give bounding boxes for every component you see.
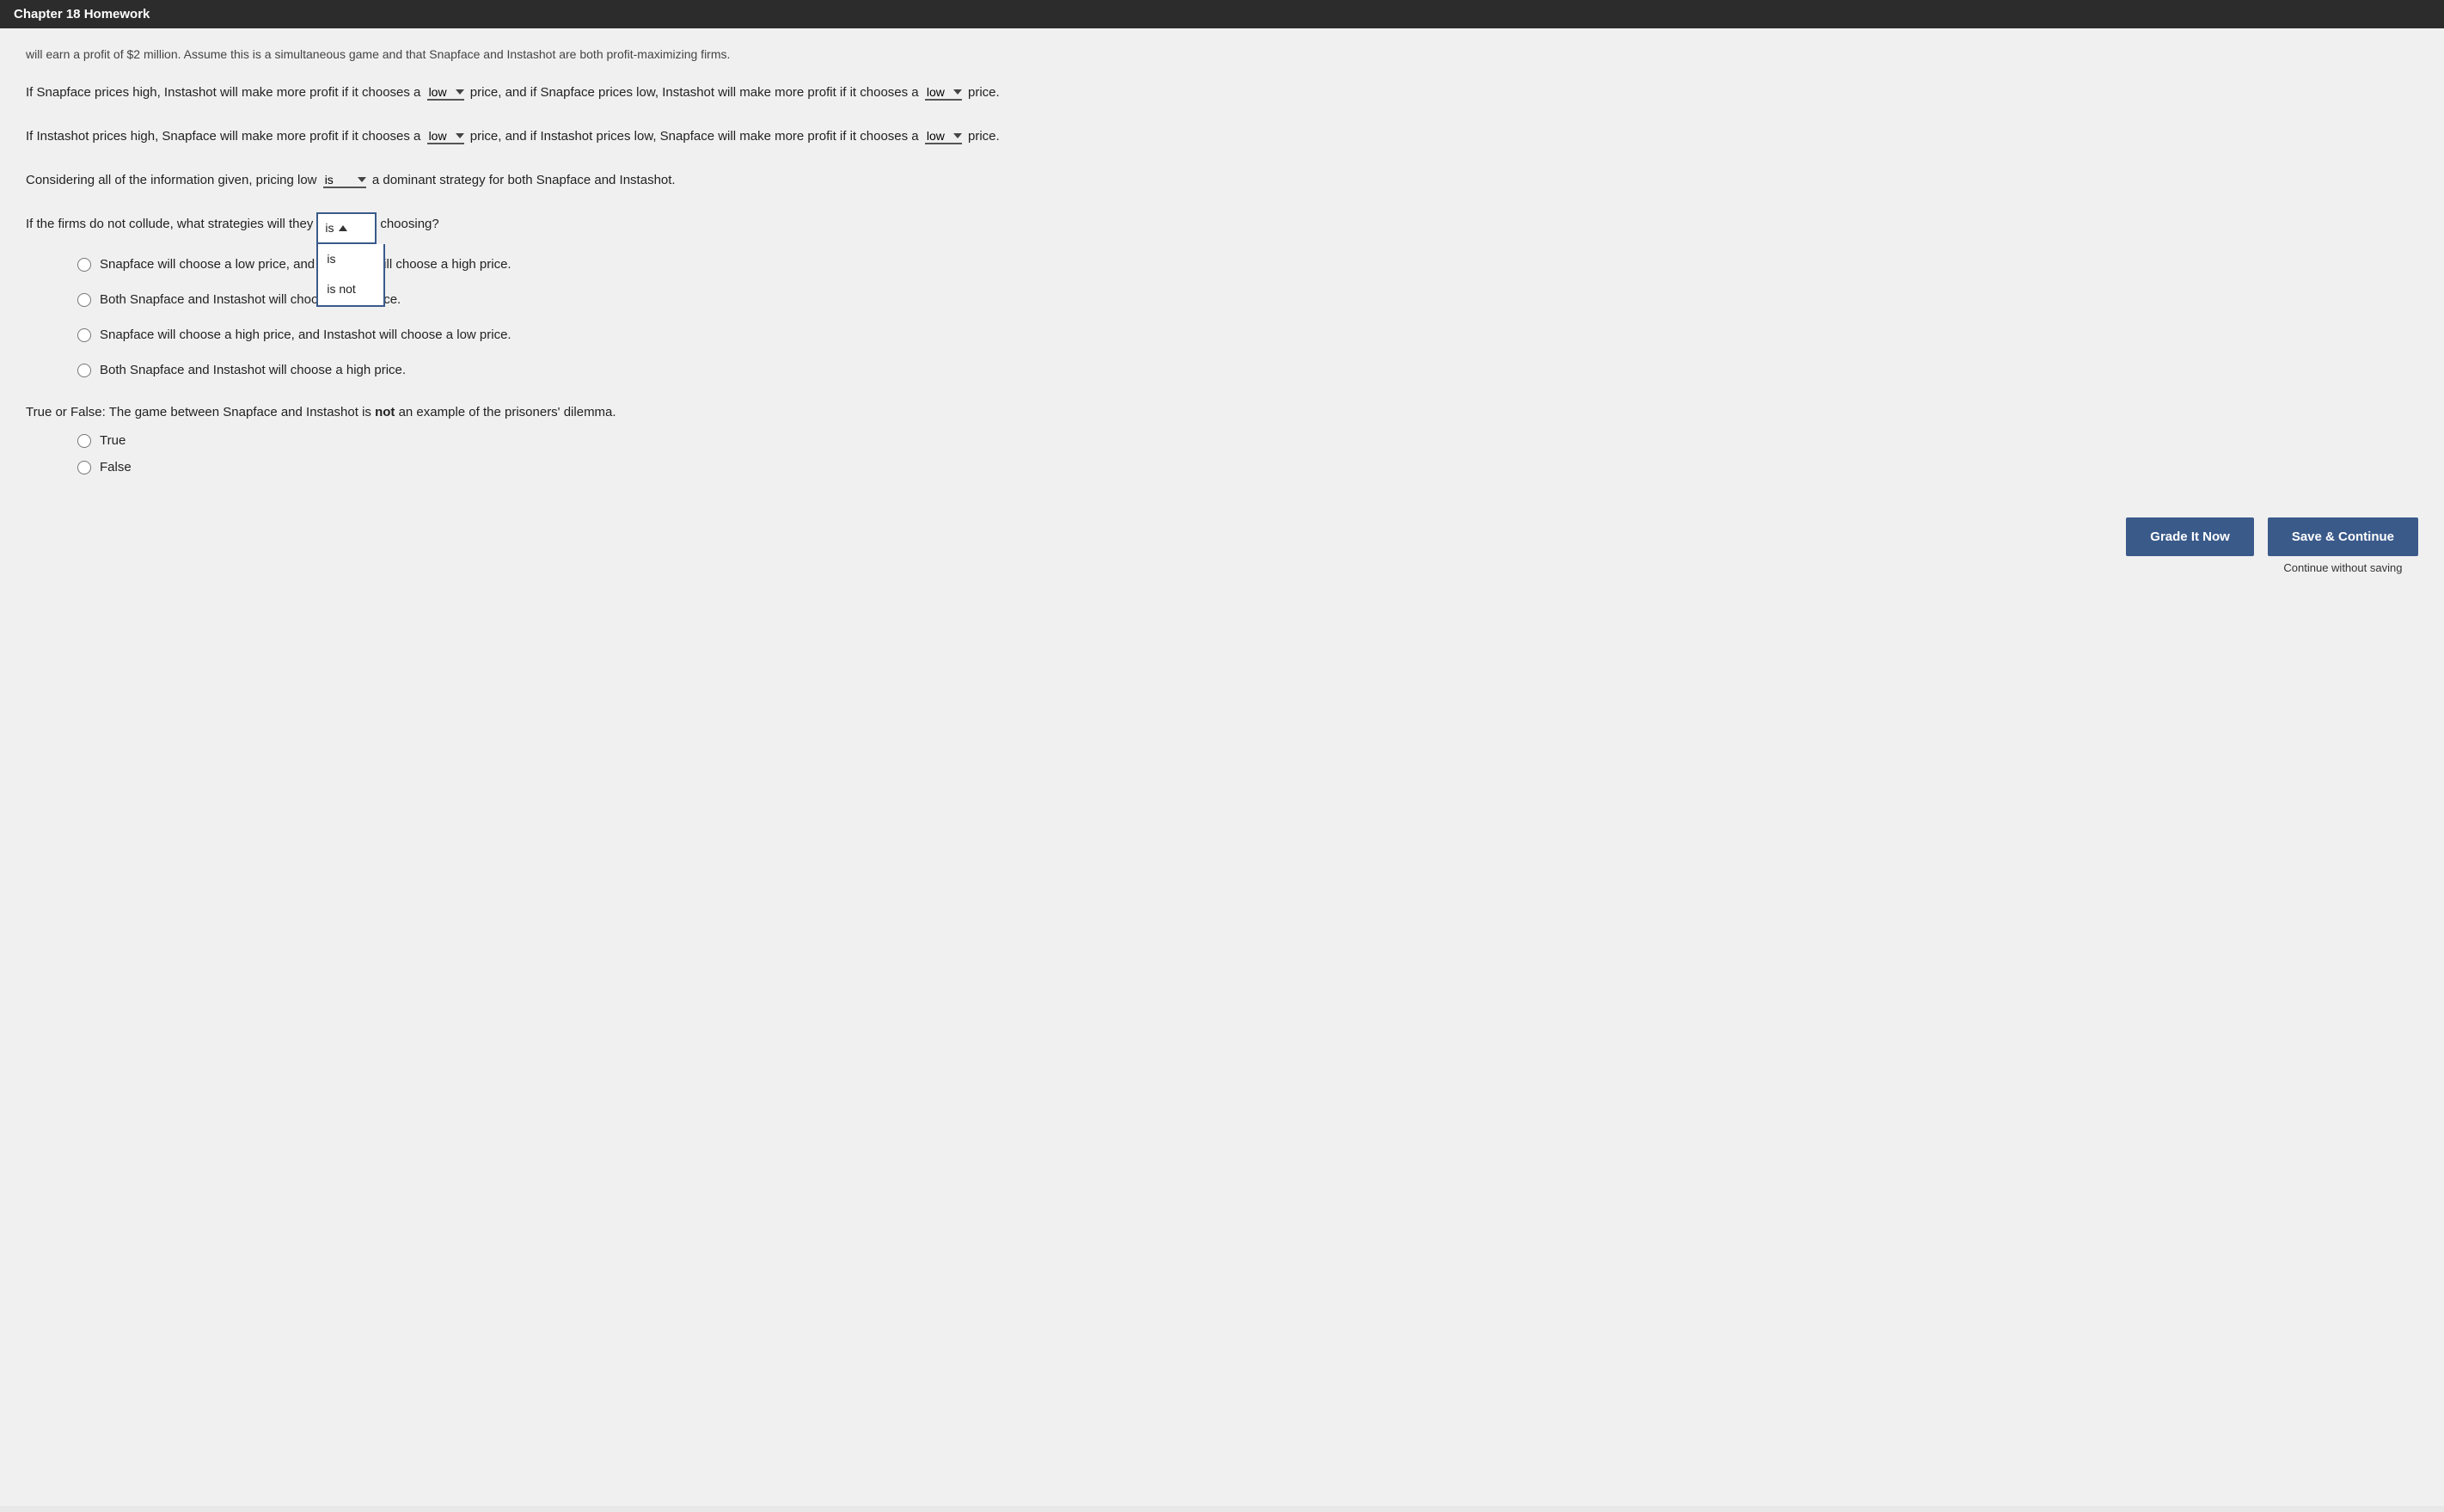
q4-option-4[interactable]: Both Snapface and Instashot will choose … [77,358,2418,382]
q1-dropdown2[interactable]: low high [925,85,962,101]
q5-true-label: True [100,433,126,448]
q2-suffix: price. [968,129,1000,144]
question-2-block: If Instashot prices high, Snapface will … [26,125,2418,148]
q3-dropdown[interactable]: is is not [323,173,366,188]
q5-prefix: True or False: The game between Snapface… [26,405,375,419]
q4-option-1-label: Snapface will choose a low price, and In… [100,253,511,276]
q5-radio-true[interactable] [77,434,91,448]
q1-prefix: If Snapface prices high, Instashot will … [26,85,420,100]
q4-suffix: choosing? [380,212,438,236]
q4-option-3-label: Snapface will choose a high price, and I… [100,323,511,346]
q4-option-1[interactable]: Snapface will choose a low price, and In… [77,253,2418,276]
q4-dropdown-menu: is is not [316,244,385,306]
continue-without-saving-link[interactable]: Continue without saving [2283,561,2402,574]
q5-true-option[interactable]: True [77,433,2418,448]
q3-select[interactable]: is is not [323,173,370,187]
q1-suffix: price. [968,85,1000,100]
q5-question-text: True or False: The game between Snapface… [26,402,2418,423]
q4-selected-value: is [325,217,334,239]
q2-select1[interactable]: low high [427,129,468,143]
save-continue-wrapper: Save & Continue Continue without saving [2268,517,2418,574]
q4-radio-2[interactable] [77,293,91,307]
content-area: will earn a profit of $2 million. Assume… [0,28,2444,1506]
q4-option-is[interactable]: is [318,244,383,274]
page-header: Chapter 18 Homework [0,0,2444,28]
q4-radio-3[interactable] [77,328,91,342]
q3-prefix: Considering all of the information given… [26,173,317,187]
q2-mid: price, and if Instashot prices low, Snap… [470,129,919,144]
q5-false-option[interactable]: False [77,460,2418,474]
q4-radio-options: Snapface will choose a low price, and In… [77,253,2418,382]
q4-option-is-not[interactable]: is not [318,274,383,304]
q2-select2[interactable]: low high [925,129,965,143]
q4-radio-4[interactable] [77,364,91,377]
q2-dropdown2[interactable]: low high [925,129,962,144]
question-5-block: True or False: The game between Snapface… [26,402,2418,474]
q3-suffix: a dominant strategy for both Snapface an… [372,173,676,187]
q4-option-4-label: Both Snapface and Instashot will choose … [100,358,406,382]
buttons-area: Grade It Now Save & Continue Continue wi… [26,517,2418,574]
q2-prefix: If Instashot prices high, Snapface will … [26,129,420,144]
question-1-block: If Snapface prices high, Instashot will … [26,81,2418,104]
q4-dropdown-open[interactable]: is is is not [316,212,377,244]
save-continue-button[interactable]: Save & Continue [2268,517,2418,556]
q4-radio-1[interactable] [77,258,91,272]
q5-radio-false[interactable] [77,461,91,474]
arrow-up-icon [339,225,347,231]
q2-dropdown1[interactable]: low high [427,129,464,144]
q4-dropdown-trigger[interactable]: is [316,212,377,244]
q4-option-3[interactable]: Snapface will choose a high price, and I… [77,323,2418,346]
q5-false-label: False [100,460,132,474]
question-3-block: Considering all of the information given… [26,168,2418,192]
intro-text: will earn a profit of $2 million. Assume… [26,46,2418,64]
q4-prefix: If the firms do not collude, what strate… [26,212,313,236]
grade-button[interactable]: Grade It Now [2126,517,2254,556]
q1-select1[interactable]: low high [427,85,468,99]
q4-option-2[interactable]: Both Snapface and Instashot will choose … [77,288,2418,311]
q1-select2[interactable]: low high [925,85,965,99]
q1-mid: price, and if Snapface prices low, Insta… [470,85,919,100]
q5-radio-options: True False [77,433,2418,474]
q5-bold-word: not [375,405,395,419]
q5-suffix: an example of the prisoners' dilemma. [399,405,616,419]
q1-dropdown1[interactable]: low high [427,85,464,101]
page-title: Chapter 18 Homework [14,7,150,21]
question-4-block: If the firms do not collude, what strate… [26,212,2418,382]
